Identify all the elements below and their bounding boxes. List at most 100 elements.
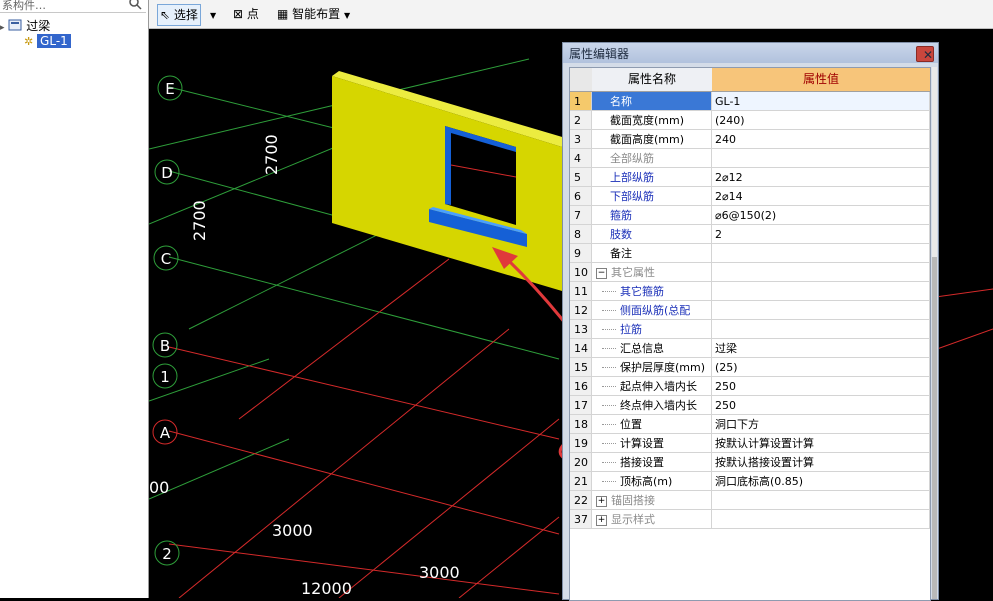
tree-expand-icon[interactable]: ▸ [0, 23, 5, 33]
expand-icon[interactable]: + [596, 495, 607, 507]
property-name-header: 属性名称 [592, 68, 713, 92]
chevron-down-icon: ▼ [344, 11, 351, 20]
property-value[interactable]: GL-1 [712, 92, 930, 111]
property-name: 名称 [592, 92, 712, 111]
property-value[interactable] [712, 320, 930, 339]
row-number: 12 [570, 301, 592, 320]
point-button[interactable]: ⊠ 点 [233, 4, 259, 24]
row-number: 14 [570, 339, 592, 358]
property-value[interactable]: 240 [712, 130, 930, 149]
property-value[interactable] [712, 263, 930, 282]
property-value[interactable]: 过梁 [712, 339, 930, 358]
property-row[interactable]: 11 其它箍筋 [570, 282, 930, 301]
property-value[interactable] [712, 244, 930, 263]
property-editor-titlebar[interactable]: 属性编辑器 ✕ [563, 43, 938, 63]
component-search-input[interactable]: 系构件… [0, 0, 146, 13]
row-number: 4 [570, 149, 592, 168]
property-row[interactable]: 3 截面高度(mm) 240 [570, 130, 930, 149]
search-icon[interactable] [128, 0, 142, 10]
property-row[interactable]: 18 位置 洞口下方 [570, 415, 930, 434]
property-value[interactable]: 洞口下方 [712, 415, 930, 434]
property-editor-title: 属性编辑器 [569, 47, 630, 61]
property-name: + 锚固搭接 [592, 491, 712, 510]
property-name: 计算设置 [592, 434, 712, 453]
property-row[interactable]: 6 下部纵筋 2⌀14 [570, 187, 930, 206]
tree-item-gl-1[interactable]: ✲ GL-1 [24, 34, 71, 48]
property-value[interactable]: (240) [712, 111, 930, 130]
collapse-icon[interactable]: − [596, 267, 607, 279]
property-name-text: 其它属性 [611, 266, 655, 279]
property-value[interactable]: 250 [712, 377, 930, 396]
property-value[interactable]: 2 [712, 225, 930, 244]
property-value[interactable] [712, 149, 930, 168]
tree-line [602, 405, 616, 406]
property-name: 备注 [592, 244, 712, 263]
property-name-text: 起点伸入墙内长 [620, 380, 697, 393]
property-name: 保护层厚度(mm) [592, 358, 712, 377]
dimension-text: 00 [149, 478, 169, 497]
property-row[interactable]: 9 备注 [570, 244, 930, 263]
property-name-text: 上部纵筋 [610, 171, 654, 184]
row-number: 1 [570, 92, 592, 111]
property-row[interactable]: 7 箍筋 ⌀6@150(2) [570, 206, 930, 225]
property-value[interactable]: 按默认搭接设置计算 [712, 453, 930, 472]
property-value[interactable] [712, 301, 930, 320]
property-row[interactable]: 12 侧面纵筋(总配 [570, 301, 930, 320]
drawing-toolbar: ⇖ 选择 ▼ ⊠ 点 ▦ 智能布置 ▼ [149, 0, 993, 29]
property-value[interactable]: 2⌀14 [712, 187, 930, 206]
select-dropdown-arrow[interactable]: ▼ [210, 4, 216, 24]
property-value[interactable]: 洞口底标高(0.85) [712, 472, 930, 491]
property-value[interactable] [712, 510, 930, 529]
property-name: 截面宽度(mm) [592, 111, 712, 130]
axis-label-a: A [160, 424, 171, 442]
property-row[interactable]: 4 全部纵筋 [570, 149, 930, 168]
property-row[interactable]: 20 搭接设置 按默认搭接设置计算 [570, 453, 930, 472]
row-number: 22 [570, 491, 592, 510]
property-name-text: 终点伸入墙内长 [620, 399, 697, 412]
property-value[interactable]: 2⌀12 [712, 168, 930, 187]
property-name-text: 汇总信息 [620, 342, 664, 355]
property-row[interactable]: 14 汇总信息 过梁 [570, 339, 930, 358]
smart-layout-icon: ▦ [277, 7, 289, 21]
property-value[interactable]: ⌀6@150(2) [712, 206, 930, 225]
expand-icon[interactable]: + [596, 514, 607, 526]
property-value[interactable]: 按默认计算设置计算 [712, 434, 930, 453]
property-scrollbar[interactable] [932, 67, 937, 599]
property-row[interactable]: 19 计算设置 按默认计算设置计算 [570, 434, 930, 453]
row-number: 16 [570, 377, 592, 396]
axis-label-c: C [161, 250, 171, 268]
property-name-text: 顶标高(m) [620, 475, 673, 488]
smart-layout-button[interactable]: ▦ 智能布置 ▼ [277, 4, 350, 24]
row-number: 37 [570, 510, 592, 529]
property-row[interactable]: 8 肢数 2 [570, 225, 930, 244]
property-row[interactable]: 5 上部纵筋 2⌀12 [570, 168, 930, 187]
property-row[interactable]: 21 顶标高(m) 洞口底标高(0.85) [570, 472, 930, 491]
tree-root-lintel[interactable]: ▸ 过梁 [0, 17, 50, 34]
property-grid: 属性名称 属性值 1 名称 GL-1 2 截面宽度(mm) (240) 3 截面高度(mm) 2… [569, 67, 931, 601]
property-row[interactable]: 1 名称 GL-1 [570, 92, 930, 111]
property-name: 搭接设置 [592, 453, 712, 472]
property-value[interactable] [712, 282, 930, 301]
property-value[interactable]: 250 [712, 396, 930, 415]
property-name: 截面高度(mm) [592, 130, 712, 149]
property-row[interactable]: 16 起点伸入墙内长 250 [570, 377, 930, 396]
property-row[interactable]: 22 + 锚固搭接 [570, 491, 930, 510]
property-value[interactable]: (25) [712, 358, 930, 377]
property-name-text: 侧面纵筋(总配 [620, 304, 691, 317]
property-name-text: 截面宽度(mm) [610, 114, 685, 127]
select-button[interactable]: ⇖ 选择 [157, 4, 201, 26]
row-number: 15 [570, 358, 592, 377]
property-value[interactable] [712, 491, 930, 510]
property-row[interactable]: 37 + 显示样式 [570, 510, 930, 529]
property-name: 终点伸入墙内长 [592, 396, 712, 415]
component-tree-panel: 系构件… ▸ 过梁 ✲ GL-1 [0, 0, 149, 598]
property-row[interactable]: 17 终点伸入墙内长 250 [570, 396, 930, 415]
scrollbar-thumb[interactable] [932, 257, 937, 599]
property-row[interactable]: 10− 其它属性 [570, 263, 930, 282]
row-number: 19 [570, 434, 592, 453]
property-row[interactable]: 15 保护层厚度(mm) (25) [570, 358, 930, 377]
close-button[interactable]: ✕ [916, 46, 934, 62]
row-number: 2 [570, 111, 592, 130]
property-row[interactable]: 13 拉筋 [570, 320, 930, 339]
property-row[interactable]: 2 截面宽度(mm) (240) [570, 111, 930, 130]
